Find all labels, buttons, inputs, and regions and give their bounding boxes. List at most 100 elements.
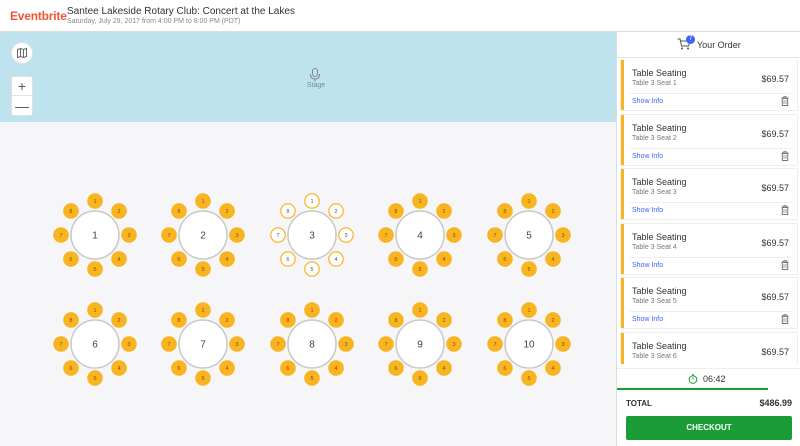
seat-label: 2 (335, 209, 338, 215)
table-8[interactable]: 1 2 3 4 5 6 7 8 8 (270, 302, 354, 386)
seat-label: 3 (561, 233, 564, 239)
order-item: Table SeatingTable 3 Seat 6$69.57Show In… (621, 332, 797, 364)
order-item: Table Seating Table 3 Seat 5 $69.57 Show In… (621, 278, 797, 328)
seat-label: 8 (177, 318, 180, 324)
table-6[interactable]: 1 2 3 4 5 6 7 8 6 (53, 302, 137, 386)
item-seat: Table 3 Seat 3 (632, 189, 677, 196)
table-label: 1 (92, 231, 98, 242)
seat-label: 5 (527, 376, 530, 382)
seat-label: 8 (286, 209, 289, 215)
show-info-link[interactable]: Show Info (632, 153, 663, 160)
cart-count-badge: 7 (686, 35, 695, 44)
table-5[interactable]: 1 2 3 4 5 6 7 8 5 (487, 193, 571, 277)
total-label: TOTAL (626, 399, 652, 408)
seat-label: 5 (93, 267, 96, 273)
seat-label: 8 (69, 318, 72, 324)
trash-icon[interactable] (781, 96, 789, 106)
seat-label: 7 (493, 342, 496, 348)
seat-label: 4 (226, 257, 229, 263)
seat-label: 2 (118, 209, 121, 215)
item-divider (630, 147, 791, 149)
table-9[interactable]: 1 2 3 4 5 6 7 8 9 (378, 302, 462, 386)
trash-icon[interactable] (781, 205, 789, 215)
order-items-list[interactable]: Table Seating Table 3 Seat 1 $69.57 Show In… (617, 60, 800, 364)
trash-icon[interactable] (781, 314, 789, 324)
item-name: Table Seating (632, 177, 687, 187)
item-name: Table Seating (632, 122, 687, 133)
seat-label: 5 (310, 376, 313, 382)
seat-label: 8 (69, 209, 72, 215)
seat-label: 7 (59, 233, 62, 239)
table-label: 2 (200, 231, 206, 242)
show-info-link[interactable]: Show Info (632, 98, 663, 105)
table-3[interactable]: 1 2 3 4 5 6 7 8 3 (270, 193, 354, 277)
show-info-link[interactable]: Show Info (632, 316, 663, 323)
show-info-link[interactable]: Show Info (632, 262, 663, 269)
seat-label: 5 (201, 376, 204, 382)
item-divider (630, 202, 791, 203)
table-1[interactable]: 1 2 3 4 5 6 7 8 1 (53, 193, 137, 277)
seat-label: 1 (310, 199, 313, 205)
table-label: 10 (523, 340, 535, 351)
seat-label: 4 (335, 366, 338, 372)
seat-label: 2 (443, 209, 446, 215)
seat-label: 1 (310, 308, 313, 314)
trash-icon[interactable] (781, 259, 789, 270)
seat-label: 3 (452, 342, 455, 348)
total-amount: $486.99 (759, 398, 792, 408)
checkout-button[interactable]: CHECKOUT (626, 416, 792, 440)
seat-label: 7 (493, 233, 496, 239)
item-seat: Table 3 Seat 1 (632, 80, 677, 87)
table-10[interactable]: 1 2 3 4 5 6 7 8 10 (487, 302, 571, 386)
seat-label: 8 (177, 209, 180, 215)
reservation-timer: 06:42 (617, 368, 800, 390)
show-info-link[interactable]: Show Info (632, 207, 663, 214)
seat-label: 2 (552, 209, 555, 215)
seat-label: 1 (418, 308, 421, 314)
order-item: Table Seating Table 3 Seat 4 $69.57 Show In… (621, 223, 797, 274)
seat-label: 7 (59, 342, 62, 348)
seat-label: 5 (418, 376, 421, 382)
order-item: Table Seating Table 3 Seat 1 $69.57 Show In… (621, 60, 797, 110)
order-item: Table Seating Table 3 Seat 2 $69.57 Show In… (621, 114, 797, 165)
seat-label: 7 (276, 342, 279, 348)
seat-label: 7 (384, 233, 387, 239)
table-4[interactable]: 1 2 3 4 5 6 7 8 4 (378, 193, 462, 277)
seat-label: 1 (527, 308, 530, 314)
order-header: 7 Your Order (617, 32, 800, 58)
seat-label: 8 (394, 318, 397, 324)
tables-layer: 1 2 3 4 5 6 7 8 1 1 2 3 4 5 6 7 8 2 1 2 3 4 5 6 7 8 3 1 2 3 4 5 6 7 8 4 1 2 3 4… (53, 193, 571, 386)
seat-label: 3 (561, 342, 564, 348)
total-row: TOTAL $486.99 (617, 390, 800, 412)
stopwatch-icon (688, 374, 698, 384)
seat-label: 8 (394, 209, 397, 215)
table-label: 5 (526, 231, 532, 242)
seat-label: 3 (344, 233, 347, 239)
table-label: 9 (417, 340, 423, 351)
seat-label: 8 (503, 209, 506, 215)
seating-map[interactable]: Stage + — 123456781123456782123456783123… (0, 32, 616, 446)
seat-label: 3 (344, 342, 347, 348)
item-price: $69.57 (761, 292, 789, 302)
seat-label: 6 (69, 257, 72, 263)
item-name: Table Seating (632, 231, 687, 242)
seat-label: 4 (335, 257, 338, 263)
item-name: Table Seating (632, 340, 687, 351)
item-divider (630, 256, 791, 258)
seat-label: 7 (167, 233, 170, 239)
item-price: $69.57 (761, 74, 789, 84)
item-name: Table Seating (632, 68, 687, 78)
item-seat: Table 3 Seat 5 (632, 298, 677, 305)
seat-label: 6 (394, 257, 397, 263)
seat-label: 6 (177, 366, 180, 372)
seat-label: 4 (118, 366, 121, 372)
table-label: 7 (200, 340, 206, 351)
item-price: $69.57 (761, 346, 789, 357)
seat-label: 1 (201, 308, 204, 314)
trash-icon[interactable] (781, 150, 789, 161)
table-2[interactable]: 1 2 3 4 5 6 7 8 2 (161, 193, 245, 277)
item-price: $69.57 (761, 237, 789, 248)
eventbrite-logo[interactable]: Eventbrite (10, 9, 67, 23)
table-7[interactable]: 1 2 3 4 5 6 7 8 7 (161, 302, 245, 386)
seat-label: 2 (552, 318, 555, 324)
